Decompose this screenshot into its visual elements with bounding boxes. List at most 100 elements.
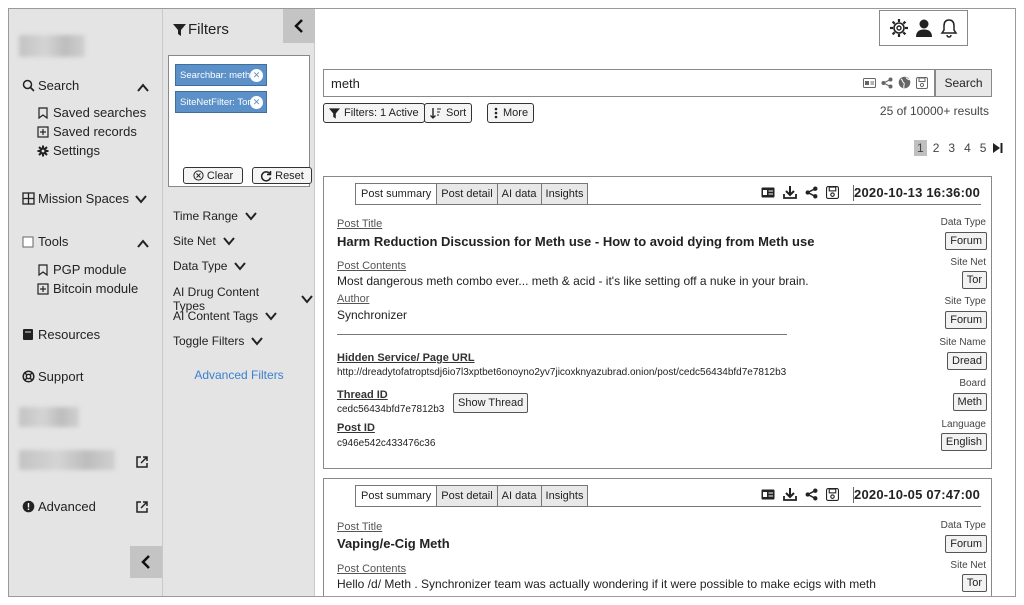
search-input[interactable]: meth (323, 69, 935, 97)
filters-active-button[interactable]: Filters: 1 Active (323, 103, 425, 123)
reset-label: Reset (275, 169, 304, 182)
nav-bitcoin-module[interactable]: Bitcoin module (37, 281, 138, 296)
plus-box-icon (37, 282, 49, 295)
filter-time-range[interactable]: Time Range (173, 209, 258, 223)
nav-saved-records[interactable]: Saved records (37, 124, 137, 139)
reset-filters-button[interactable]: Reset (252, 167, 312, 184)
chevron-left-icon (141, 555, 150, 569)
site-net-badge[interactable]: Tor (961, 271, 987, 289)
globe-icon[interactable] (898, 76, 911, 89)
filters-title: Filters (173, 21, 229, 38)
id-card-icon[interactable] (761, 489, 775, 500)
search-button[interactable]: Search (935, 69, 992, 97)
sort-label: Sort (446, 107, 467, 119)
post-title[interactable]: Vaping/e-Cig Meth (337, 536, 450, 551)
hidden-url[interactable]: http://dreadytofatroptsdj6io7l3xptbet6on… (337, 367, 786, 378)
save-icon[interactable] (826, 185, 839, 199)
author[interactable]: Synchronizer (337, 308, 407, 322)
page-5[interactable]: 5 (977, 140, 990, 156)
filter-site-net[interactable]: Site Net (173, 234, 236, 248)
post-date: 2020-10-13 16:36:00 (854, 185, 980, 200)
advanced-filters-link[interactable]: Advanced Filters (163, 368, 315, 382)
collapse-sidebar-button[interactable] (130, 546, 162, 578)
result-card: Post summary Post detail AI data Insight… (323, 176, 992, 469)
tab-ai-data[interactable]: AI data (497, 183, 542, 205)
nav-advanced[interactable]: Advanced (21, 499, 96, 514)
save-icon[interactable] (826, 487, 839, 501)
tab-post-summary[interactable]: Post summary (355, 485, 438, 507)
board-badge[interactable]: Meth (952, 393, 987, 411)
bell-icon[interactable] (940, 18, 958, 38)
chevron-down-icon (301, 295, 313, 304)
tab-post-detail[interactable]: Post detail (437, 183, 498, 205)
page-4[interactable]: 4 (961, 140, 974, 156)
filter-chip[interactable]: SiteNetFilter: Tor ✕ (175, 91, 267, 113)
card-action-icons (761, 487, 839, 501)
site-net-badge[interactable]: Tor (961, 574, 987, 592)
post-contents-label: Post Contents (337, 260, 407, 272)
filter-item-label: AI Content Tags (173, 309, 259, 323)
page-2[interactable]: 2 (930, 140, 943, 156)
nav-support[interactable]: Support (21, 369, 84, 384)
book-icon (21, 328, 35, 342)
filter-data-type[interactable]: Data Type (173, 259, 247, 273)
nav-mission-spaces[interactable]: Mission Spaces (21, 191, 148, 206)
nav-resources[interactable]: Resources (21, 327, 100, 342)
share-icon[interactable] (805, 488, 818, 501)
more-button[interactable]: More (487, 103, 535, 123)
tab-post-summary[interactable]: Post summary (355, 183, 438, 205)
settings-gear-icon[interactable] (889, 18, 909, 38)
site-name-badge[interactable]: Dread (947, 352, 987, 370)
chevron-down-icon[interactable] (134, 192, 148, 206)
data-type-badge[interactable]: Forum (945, 535, 987, 553)
show-thread-button[interactable]: Show Thread (453, 393, 529, 413)
lifebuoy-icon (21, 370, 35, 384)
last-page-icon[interactable] (992, 142, 1004, 154)
clear-filters-button[interactable]: Clear (183, 167, 243, 184)
tab-post-detail[interactable]: Post detail (437, 485, 498, 507)
download-icon[interactable] (783, 185, 797, 199)
data-type-badge[interactable]: Forum (945, 232, 987, 250)
nav-settings[interactable]: Settings (37, 143, 100, 158)
nav-saved-searches[interactable]: Saved searches (37, 105, 146, 120)
post-contents: Hello /d/ Meth . Synchronizer team was a… (337, 577, 876, 591)
user-icon[interactable] (915, 18, 933, 38)
save-icon[interactable] (916, 76, 928, 89)
remove-chip-icon[interactable]: ✕ (250, 68, 263, 82)
filter-toggle-filters[interactable]: Toggle Filters (173, 334, 264, 348)
filter-item-label: Toggle Filters (173, 334, 245, 348)
nav-search[interactable]: Search (21, 78, 79, 93)
id-card-icon[interactable] (761, 187, 775, 198)
collapse-filters-button[interactable] (283, 9, 315, 43)
nav-pgp-module-label: PGP module (53, 262, 127, 277)
more-vertical-icon (494, 107, 498, 119)
filter-ai-content-tags[interactable]: AI Content Tags (173, 309, 278, 323)
post-title[interactable]: Harm Reduction Discussion for Meth use -… (337, 234, 814, 249)
id-card-icon[interactable] (863, 77, 876, 88)
bookmark-icon (37, 106, 49, 119)
sort-button[interactable]: Sort (424, 103, 473, 123)
download-icon[interactable] (783, 487, 797, 501)
nav-tools[interactable]: Tools (21, 234, 68, 249)
app-window: Search Saved searches Saved records Sett… (8, 8, 1016, 597)
share-icon[interactable] (881, 77, 893, 89)
chevron-up-icon[interactable] (136, 237, 150, 251)
nav-pgp-module[interactable]: PGP module (37, 262, 126, 277)
post-title-label: Post Title (337, 218, 383, 230)
external-link-icon[interactable] (135, 455, 149, 469)
site-type-label: Site Type (944, 296, 986, 307)
tab-insights[interactable]: Insights (541, 183, 589, 205)
language-badge[interactable]: English (940, 433, 987, 451)
share-icon[interactable] (805, 186, 818, 199)
site-type-badge[interactable]: Forum (945, 311, 987, 329)
tab-ai-data[interactable]: AI data (497, 485, 542, 507)
tab-insights[interactable]: Insights (541, 485, 589, 507)
chevron-up-icon[interactable] (136, 81, 150, 95)
page-3[interactable]: 3 (945, 140, 958, 156)
filter-chip[interactable]: Searchbar: meth ✕ (175, 64, 267, 86)
remove-chip-icon[interactable]: ✕ (250, 95, 263, 109)
card-action-icons (761, 185, 839, 199)
clear-label: Clear (206, 169, 234, 182)
external-link-icon[interactable] (135, 500, 149, 514)
page-1[interactable]: 1 (914, 140, 927, 156)
